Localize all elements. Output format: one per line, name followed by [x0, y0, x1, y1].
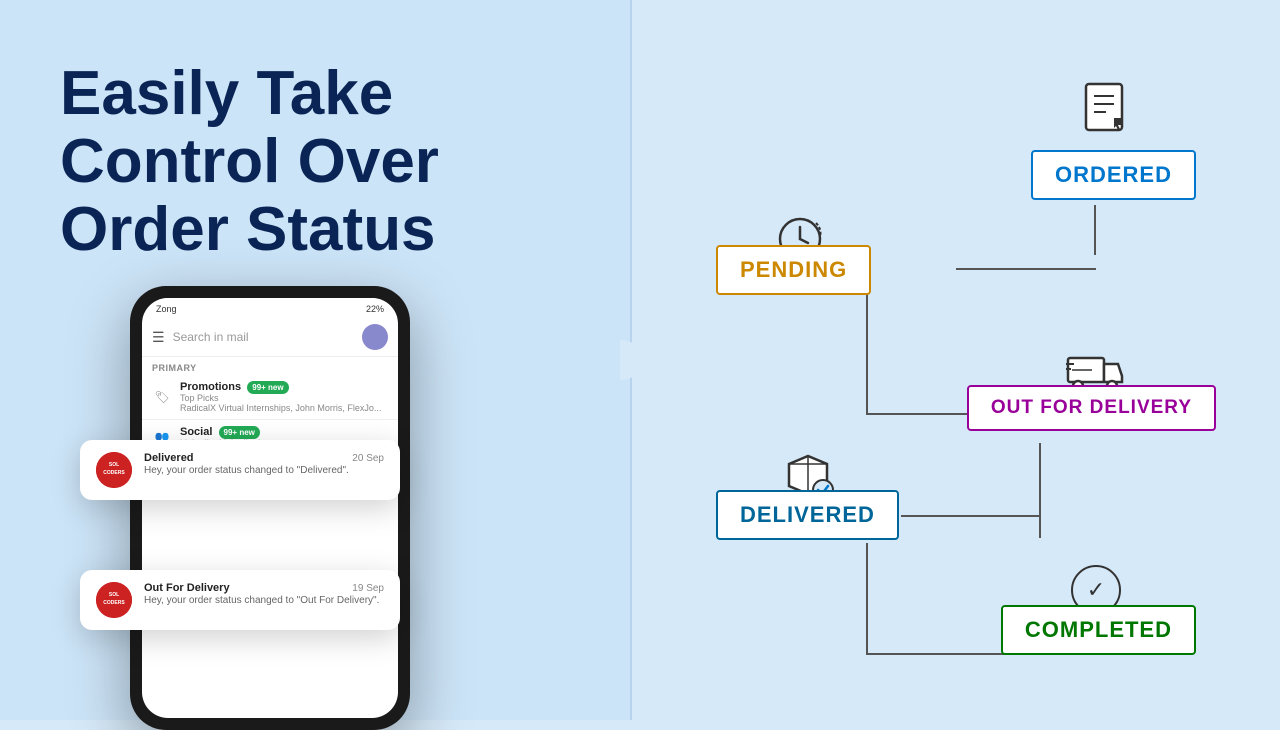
- out-for-delivery-box: OUT FOR DELIVERY: [967, 385, 1216, 431]
- phone-search-bar[interactable]: ☰ Search in mail: [142, 318, 398, 357]
- promotions-title-text: Promotions: [180, 381, 241, 393]
- primary-label: PRIMARY: [142, 357, 398, 375]
- ofd-date: 19 Sep: [352, 583, 384, 594]
- promotions-title: Promotions 99+ new: [180, 381, 388, 393]
- line-ofd-delivered-h: [901, 515, 1041, 517]
- ofd-email-content: Out For Delivery 19 Sep Hey, your order …: [144, 582, 384, 607]
- promotions-content: Promotions 99+ new Top Picks RadicalX Vi…: [180, 381, 388, 413]
- phone-outer: Zong 22% ☰ Search in mail PRIMARY 🏷 Pro: [130, 286, 410, 730]
- right-panel: ✓ ORDERED PENDING OUT FOR DELIVERY DELIV…: [632, 0, 1280, 720]
- line-delivered-down: [866, 543, 868, 653]
- main-heading: Easily Take Control Over Order Status: [60, 60, 439, 265]
- promotions-badge: 99+ new: [247, 381, 288, 394]
- delivered-label: DELIVERED: [740, 502, 875, 527]
- line-ofd-down: [1039, 443, 1041, 538]
- heading-line1: Easily Take: [60, 59, 393, 128]
- svg-text:SOL: SOL: [109, 592, 119, 598]
- delivered-logo: SOL CODERS: [96, 452, 132, 488]
- completed-box: COMPLETED: [1001, 605, 1196, 655]
- left-panel: Easily Take Control Over Order Status Zo…: [0, 0, 630, 720]
- promotions-subtitle: Top Picks: [180, 393, 388, 403]
- panel-divider: [630, 0, 632, 720]
- delivered-email-content: Delivered 20 Sep Hey, your order status …: [144, 452, 384, 477]
- heading-line3: Order Status: [60, 195, 436, 264]
- ofd-body: Hey, your order status changed to "Out F…: [144, 594, 384, 607]
- email-card-delivered: SOL CODERS Delivered 20 Sep Hey, your or…: [80, 440, 400, 500]
- battery-text: 22%: [366, 304, 384, 314]
- pending-label: PENDING: [740, 257, 847, 282]
- ordered-box: ORDERED: [1031, 150, 1196, 200]
- promotions-row[interactable]: 🏷 Promotions 99+ new Top Picks RadicalX …: [142, 375, 398, 420]
- delivered-sender: Delivered: [144, 452, 194, 464]
- ordered-label: ORDERED: [1055, 162, 1172, 187]
- delivered-body: Hey, your order status changed to "Deliv…: [144, 464, 384, 477]
- flow-diagram: ✓ ORDERED PENDING OUT FOR DELIVERY DELIV…: [696, 50, 1216, 670]
- promotions-subtext: RadicalX Virtual Internships, John Morri…: [180, 403, 388, 413]
- phone-screen: Zong 22% ☰ Search in mail PRIMARY 🏷 Pro: [142, 298, 398, 718]
- heading-line2: Control Over: [60, 127, 439, 196]
- line-ordered-down: [1094, 205, 1096, 255]
- line-ordered-h: [956, 268, 1096, 270]
- svg-text:CODERS: CODERS: [103, 470, 125, 476]
- hamburger-icon: ☰: [152, 329, 165, 346]
- completed-label: COMPLETED: [1025, 617, 1172, 642]
- ordered-icon: [1080, 80, 1136, 152]
- delivered-date: 20 Sep: [352, 453, 384, 464]
- social-title-text: Social: [180, 426, 212, 438]
- line-pending-down: [866, 293, 868, 413]
- phone-mockup: Zong 22% ☰ Search in mail PRIMARY 🏷 Pro: [130, 286, 410, 730]
- user-avatar: [362, 324, 388, 350]
- search-placeholder: Search in mail: [173, 330, 354, 344]
- phone-status-bar: Zong 22%: [142, 298, 398, 318]
- social-title: Social 99+ new: [180, 426, 388, 438]
- email-card-ofd: SOL CODERS Out For Delivery 19 Sep Hey, …: [80, 570, 400, 630]
- carrier-text: Zong: [156, 304, 177, 314]
- delivered-box: DELIVERED: [716, 490, 899, 540]
- svg-text:SOL: SOL: [109, 462, 119, 468]
- svg-text:CODERS: CODERS: [103, 600, 125, 606]
- out-for-delivery-label: OUT FOR DELIVERY: [991, 397, 1192, 418]
- pending-box: PENDING: [716, 245, 871, 295]
- promotions-icon: 🏷: [152, 387, 172, 407]
- ofd-logo: SOL CODERS: [96, 582, 132, 618]
- ofd-sender: Out For Delivery: [144, 582, 230, 594]
